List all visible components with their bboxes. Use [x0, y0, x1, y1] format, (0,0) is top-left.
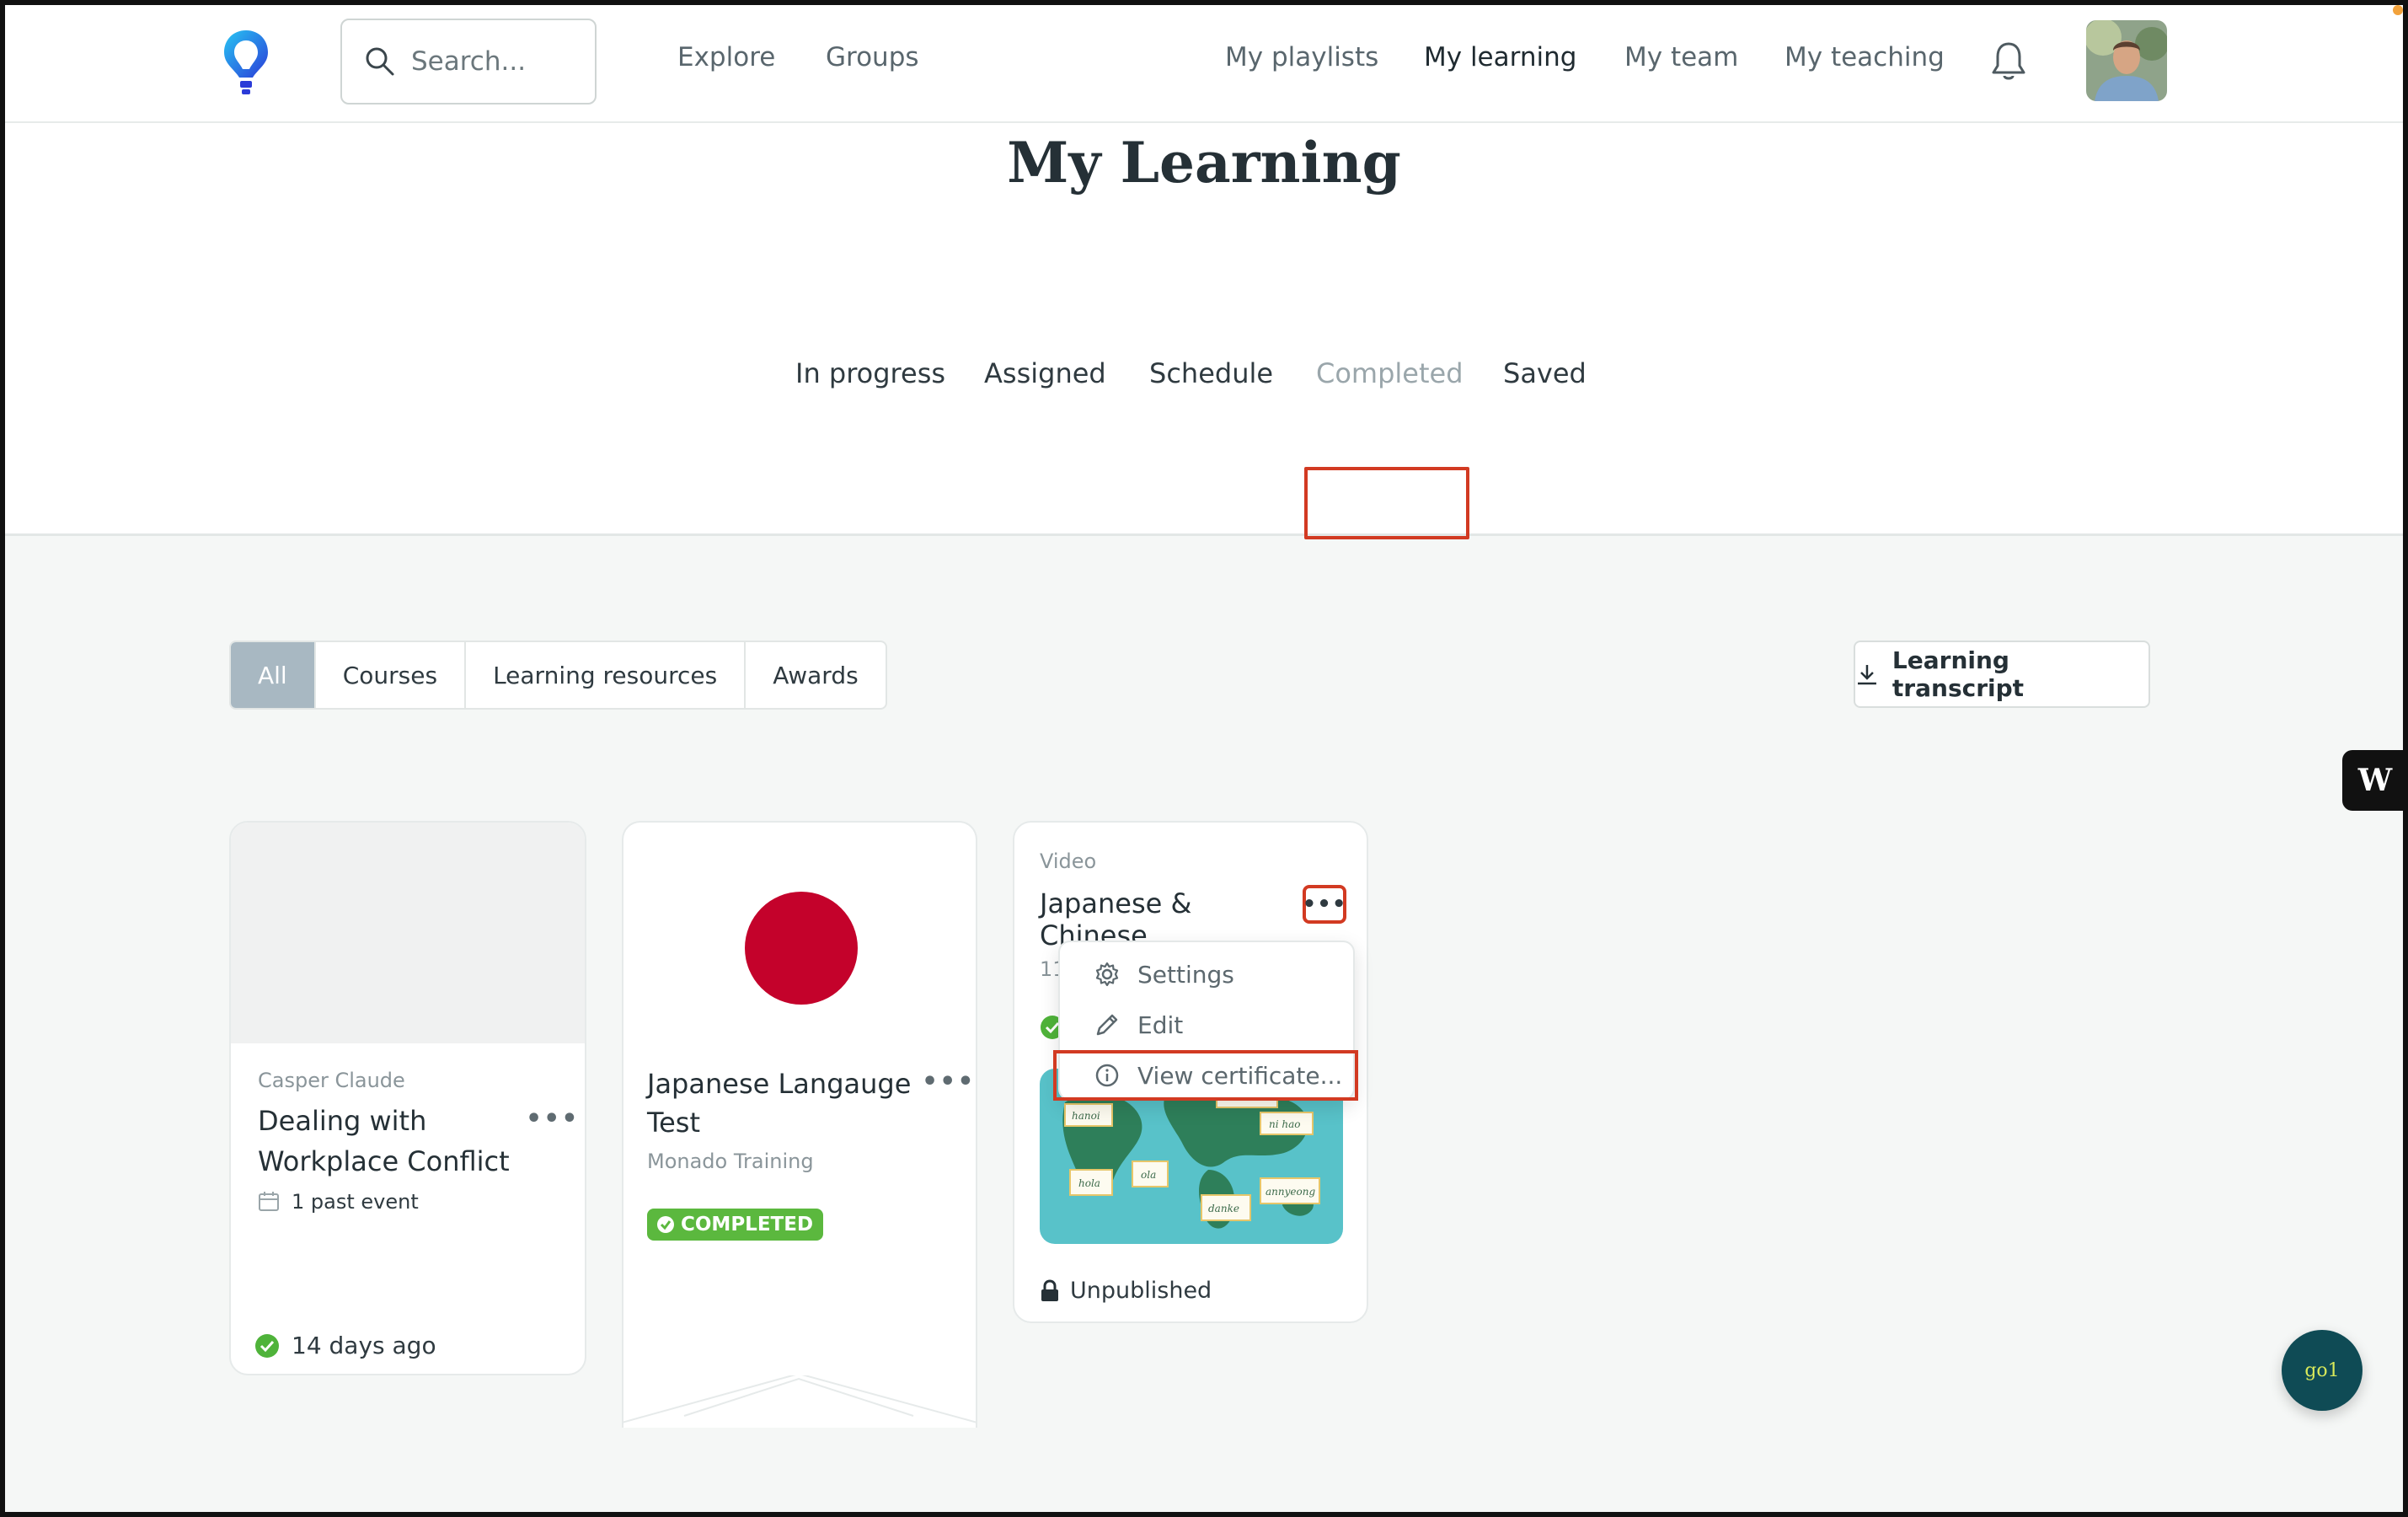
menu-item-view-certificate[interactable]: View certificate... [1060, 1050, 1353, 1101]
card-title-line2: Test [647, 1107, 701, 1139]
page-title: My Learning [1007, 130, 1401, 196]
menu-item-settings[interactable]: Settings [1060, 949, 1353, 1000]
nav-explore[interactable]: Explore [677, 42, 775, 72]
tab-completed[interactable]: Completed [1316, 357, 1464, 389]
filter-learning-resources[interactable]: Learning resources [466, 642, 746, 708]
info-icon [1095, 1064, 1119, 1087]
search-icon [366, 47, 394, 76]
map-word-label: ni hao [1269, 1118, 1301, 1130]
go1-chat-button[interactable]: go1 [2282, 1330, 2363, 1411]
tab-saved[interactable]: Saved [1503, 357, 1587, 389]
download-icon [1857, 665, 1876, 685]
tab-schedule[interactable]: Schedule [1149, 357, 1273, 389]
card-more-options-icon[interactable]: ••• [922, 1067, 976, 1096]
user-avatar[interactable] [2086, 20, 2167, 101]
card-title-line1: Dealing with [258, 1105, 427, 1137]
card-thumbnail-placeholder [231, 823, 585, 1043]
map-word-label: annyeong [1266, 1186, 1315, 1198]
japan-flag-image [745, 892, 858, 1005]
bell-icon[interactable] [1990, 40, 2027, 83]
w-side-widget-icon[interactable]: W [2342, 750, 2408, 811]
learning-card-dealing-with-conflict[interactable]: Casper Claude Dealing with Workplace Con… [229, 821, 586, 1375]
card-publish-status: Unpublished [1070, 1278, 1212, 1304]
lightbulb-logo-icon[interactable] [221, 27, 271, 98]
filter-all[interactable]: All [231, 642, 316, 708]
card-more-options-button-highlighted[interactable]: ••• [1303, 885, 1346, 924]
card-title-line1: Japanese Langauge [647, 1068, 912, 1100]
map-word-label: hanoi [1072, 1110, 1100, 1122]
card-provider: Casper Claude [258, 1069, 405, 1092]
menu-item-label: Settings [1137, 960, 1234, 989]
check-circle-icon [657, 1216, 674, 1233]
pencil-icon [1096, 1014, 1118, 1036]
card-content-type: Video [1040, 850, 1097, 873]
top-navigation-bar: Explore Groups My playlists My learning … [0, 0, 2408, 123]
check-circle-icon [255, 1334, 279, 1358]
learning-transcript-label: Learning transcript [1892, 646, 2025, 702]
nav-my-teaching[interactable]: My teaching [1785, 42, 1945, 72]
menu-item-edit[interactable]: Edit [1060, 1000, 1353, 1050]
card-ribbon-edge [622, 1375, 977, 1423]
filter-awards[interactable]: Awards [746, 642, 885, 708]
completed-tab-highlight [1304, 467, 1469, 539]
gear-icon [1095, 962, 1119, 987]
nav-my-learning[interactable]: My learning [1424, 42, 1576, 72]
nav-my-team[interactable]: My team [1624, 42, 1738, 72]
calendar-icon [259, 1192, 279, 1211]
map-word-label: ola [1141, 1169, 1156, 1181]
nav-groups[interactable]: Groups [826, 42, 919, 72]
completed-badge: COMPLETED [647, 1209, 824, 1241]
search-box[interactable] [340, 19, 597, 105]
tab-in-progress[interactable]: In progress [795, 357, 945, 389]
search-input[interactable] [411, 46, 571, 77]
learning-card-japanese-test[interactable]: Japanese Langauge Test ••• Monado Traini… [622, 821, 977, 1428]
card-options-menu: Settings Edit View certificate... [1058, 941, 1355, 1101]
learning-transcript-button[interactable]: Learning transcript [1854, 641, 2150, 708]
status-dot [2393, 5, 2403, 15]
content-filter: All Courses Learning resources Awards [229, 641, 887, 710]
card-title-line2: Workplace Conflict [258, 1145, 510, 1177]
tab-assigned[interactable]: Assigned [984, 357, 1106, 389]
map-word-label: hola [1078, 1177, 1100, 1189]
filter-courses[interactable]: Courses [316, 642, 467, 708]
nav-my-playlists[interactable]: My playlists [1225, 42, 1378, 72]
lock-icon [1041, 1279, 1058, 1301]
card-provider: Monado Training [647, 1150, 814, 1173]
completed-badge-label: COMPLETED [681, 1214, 814, 1236]
card-more-options-icon[interactable]: ••• [526, 1104, 580, 1134]
card-event-count: 1 past event [292, 1190, 419, 1214]
map-word-label: danke [1208, 1203, 1239, 1214]
card-completed-date: 14 days ago [292, 1332, 436, 1359]
menu-item-label: View certificate... [1137, 1061, 1343, 1090]
menu-item-label: Edit [1137, 1010, 1184, 1039]
